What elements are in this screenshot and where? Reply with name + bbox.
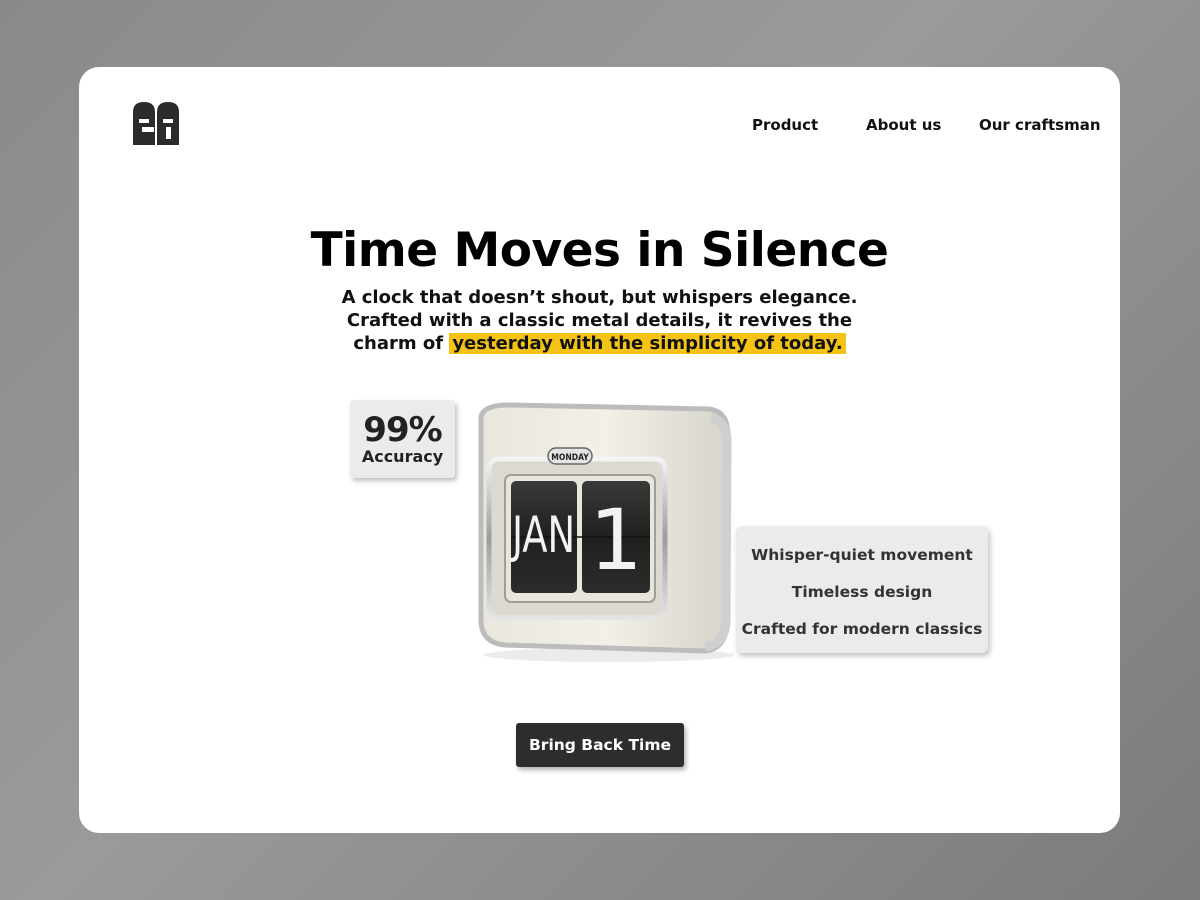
clock-day-text: MONDAY [551, 453, 589, 463]
bring-back-time-button[interactable]: Bring Back Time [516, 723, 684, 767]
feature-item: Timeless design [791, 583, 933, 601]
hero-subtitle-highlight: yesterday with the simplicity of today. [449, 333, 846, 354]
clock-date-text: 1 [589, 491, 642, 589]
accuracy-value: 99% [363, 410, 442, 450]
nav-product[interactable]: Product [752, 116, 818, 134]
accuracy-label: Accuracy [361, 447, 444, 466]
feature-item: Whisper-quiet movement [751, 546, 973, 564]
hero-subtitle-line-2: Crafted with a classic metal details, it… [346, 310, 853, 331]
hero-title: Time Moves in Silence [310, 223, 889, 278]
features-panel: Whisper-quiet movement Timeless design C… [736, 526, 988, 653]
flip-clock-image: MONDAY JAN 1 [478, 402, 734, 662]
clock-month-text: JAN [509, 506, 575, 564]
hero-subtitle: A clock that doesn’t shout, but whispers… [79, 286, 1120, 355]
feature-item: Crafted for modern classics [741, 620, 983, 638]
nav-about-us[interactable]: About us [866, 116, 941, 134]
nav-our-craftsman[interactable]: Our craftsman [979, 116, 1101, 134]
landing-card: Product About us Our craftsman Time Move… [79, 67, 1120, 833]
hero-subtitle-line-1: A clock that doesn’t shout, but whispers… [341, 287, 858, 308]
hero-subtitle-prefix: charm of [353, 333, 450, 354]
accuracy-badge: 99% Accuracy [350, 400, 455, 478]
hero-subtitle-line-3: charm of yesterday with the simplicity o… [79, 332, 1120, 355]
top-nav: Product About us Our craftsman [79, 116, 1120, 136]
